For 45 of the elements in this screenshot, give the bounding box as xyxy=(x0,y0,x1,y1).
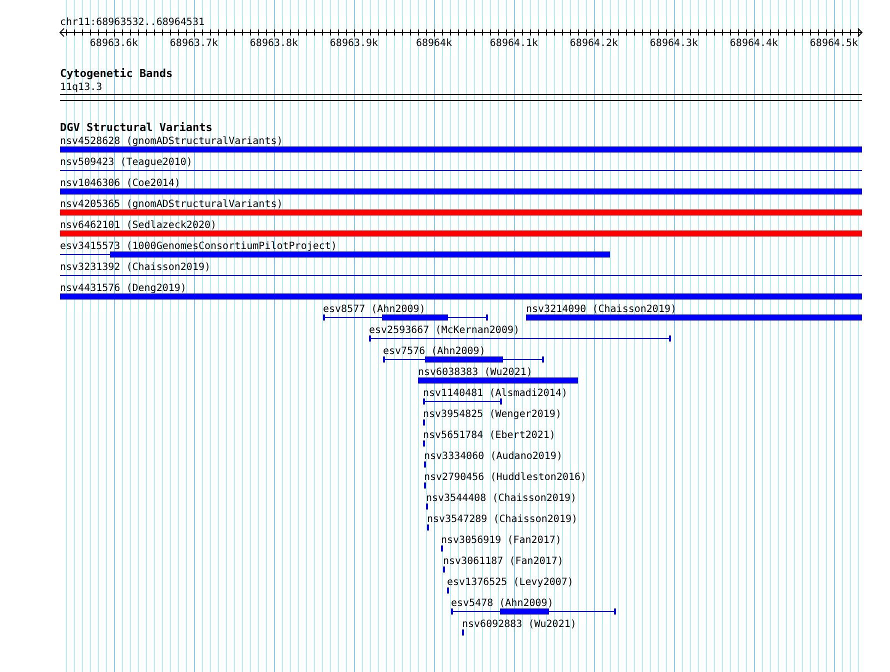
feature-label: nsv6462101 (Sedlazeck2020) xyxy=(60,220,217,231)
feature-label: nsv5651784 (Ebert2021) xyxy=(423,430,556,441)
feature-label: nsv3544408 (Chaisson2019) xyxy=(426,493,577,504)
feature-label: nsv6092883 (Wu2021) xyxy=(462,619,576,630)
feature-label: nsv509423 (Teague2010) xyxy=(60,157,192,168)
tick-label: 68963.6k xyxy=(90,38,138,49)
feature-label: nsv3061187 (Fan2017) xyxy=(443,556,564,567)
feature-label: nsv4431576 (Deng2019) xyxy=(60,283,186,294)
tick-label: 68964.5k xyxy=(810,38,858,49)
feature-label: nsv3214090 (Chaisson2019) xyxy=(526,304,677,315)
tick-label: 68964.2k xyxy=(570,38,618,49)
feature-bar[interactable] xyxy=(423,398,502,404)
feature-label: esv5478 (Ahn2009) xyxy=(451,598,554,609)
tick-label: 68964.1k xyxy=(490,38,538,49)
feature-label: esv1376525 (Levy2007) xyxy=(447,577,574,588)
feature-label: nsv1046306 (Coe2014) xyxy=(60,178,180,189)
feature-label: nsv4205365 (gnomADStructuralVariants) xyxy=(60,199,283,210)
feature-label: nsv3547289 (Chaisson2019) xyxy=(427,514,578,525)
feature-bar[interactable] xyxy=(451,608,616,614)
location-label: chr11:68963532..68964531 xyxy=(60,17,204,28)
tick-label: 68964k xyxy=(416,38,452,49)
feature-label: esv7576 (Ahn2009) xyxy=(383,346,486,357)
tick-label: 68963.9k xyxy=(330,38,378,49)
track-title: Cytogenetic Bands xyxy=(60,67,173,80)
feature-label: nsv6038383 (Wu2021) xyxy=(418,367,532,378)
feature-label: nsv4528628 (gnomADStructuralVariants) xyxy=(60,136,283,147)
tick-label: 68963.7k xyxy=(170,38,218,49)
feature-label: esv2593667 (McKernan2009) xyxy=(369,325,520,336)
feature-label: esv8577 (Ahn2009) xyxy=(323,304,426,315)
tick-label: 68964.4k xyxy=(730,38,778,49)
feature-label: nsv3954825 (Wenger2019) xyxy=(423,409,562,420)
feature-label: nsv3231392 (Chaisson2019) xyxy=(60,262,211,273)
tick-label: 68964.3k xyxy=(650,38,698,49)
feature-bar[interactable] xyxy=(383,356,544,362)
feature-label: nsv3334060 (Audano2019) xyxy=(424,451,562,462)
feature-label: nsv2790456 (Huddleston2016) xyxy=(424,472,587,483)
feature-bar[interactable] xyxy=(323,314,488,320)
tick-label: 68963.8k xyxy=(250,38,298,49)
feature-label: nsv3056919 (Fan2017) xyxy=(441,535,562,546)
band-label: 11q13.3 xyxy=(60,82,102,93)
feature-bar[interactable] xyxy=(369,336,671,342)
track-title: DGV Structural Variants xyxy=(60,121,212,134)
feature-bar[interactable] xyxy=(60,252,610,258)
feature-label: nsv1140481 (Alsmadi2014) xyxy=(423,388,568,399)
feature-label: esv3415573 (1000GenomesConsortiumPilotProject) xyxy=(60,241,337,252)
